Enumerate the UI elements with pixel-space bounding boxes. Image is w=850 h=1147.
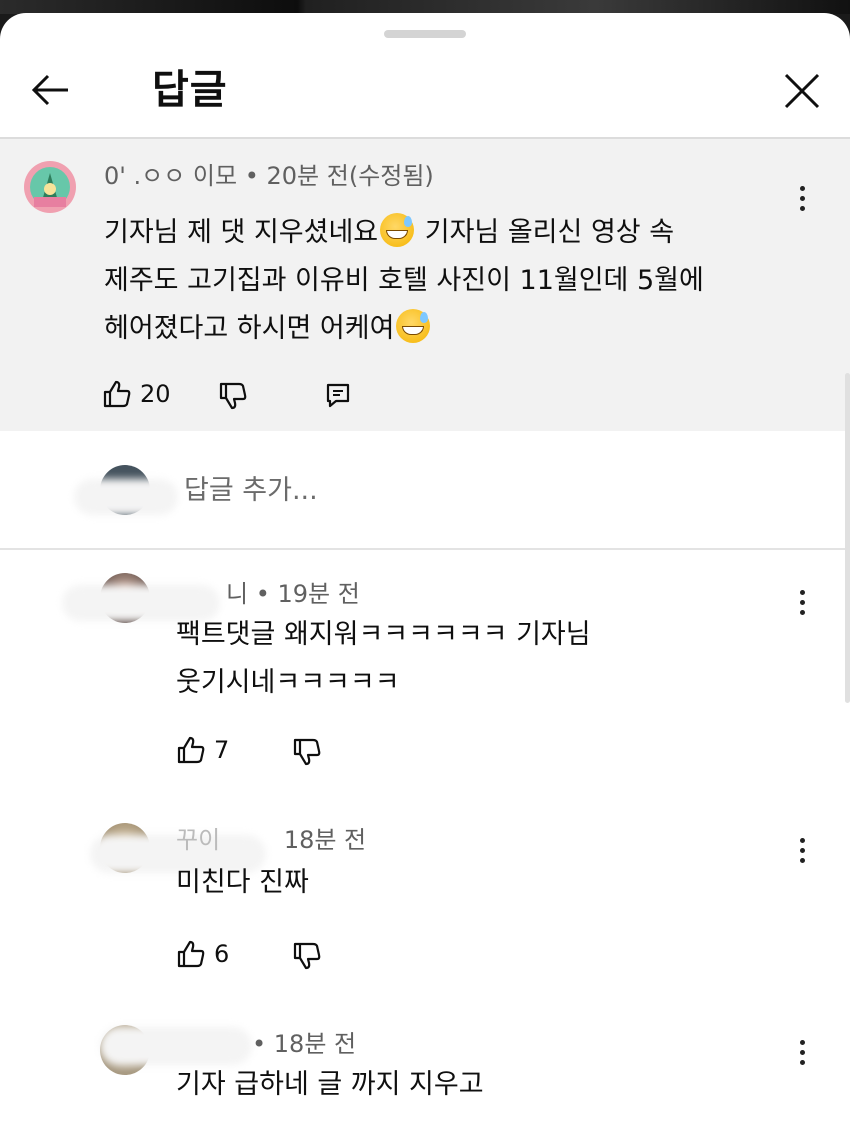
comment-time: • 20분 전(수정됨) [244, 162, 434, 190]
like-count: 6 [214, 940, 230, 968]
thumb-up-icon [103, 380, 131, 408]
reply-text-line: 웃기시네ㅋㅋㅋㅋㅋ [176, 667, 400, 698]
reply-author[interactable]: 니 [226, 580, 248, 608]
reply-icon [326, 383, 350, 408]
like-button[interactable]: 20 [102, 379, 171, 409]
background-video-strip [0, 0, 850, 14]
comment-text-line: 기자님 올리신 영상 속 [416, 217, 675, 248]
reply-text: 팩트댓글 왜지워ㅋㅋㅋㅋㅋㅋ 기자님 웃기시네ㅋㅋㅋㅋㅋ [176, 611, 776, 707]
comment-text-line: 헤어졌다고 하시면 어케여 [104, 313, 395, 344]
comment-author[interactable]: 0' .ㅇㅇ 이모 [104, 162, 237, 190]
parent-comment: 0' .ㅇㅇ 이모 • 20분 전(수정됨) 기자님 제 댓 지우셨네요 기자님… [0, 139, 850, 431]
dislike-button[interactable] [292, 737, 322, 767]
thumb-up-icon [177, 940, 205, 968]
back-arrow-icon[interactable] [28, 67, 74, 113]
like-button[interactable]: 6 [176, 939, 229, 969]
dislike-button[interactable] [218, 381, 248, 411]
redaction-blur [104, 1031, 248, 1061]
redaction-blur [78, 483, 174, 511]
like-button[interactable]: 7 [176, 735, 229, 765]
section-divider [0, 548, 850, 550]
reply-time: • 18분 전 [252, 1030, 357, 1058]
more-vert-icon[interactable] [795, 1037, 809, 1071]
reply-text: 기자 급하네 글 까지 지우고 [176, 1061, 776, 1109]
comment-text-line: 제주도 고기집과 이유비 호텔 사진이 11월인데 5월에 [104, 265, 704, 296]
reply-button[interactable] [324, 381, 352, 409]
scrollbar[interactable] [845, 373, 850, 703]
emoji-sweat-smile-icon [396, 309, 431, 343]
reply-text: 미친다 진짜 [176, 859, 776, 907]
reply-text-line: 기자 급하네 글 까지 지우고 [176, 1069, 484, 1100]
more-vert-icon[interactable] [795, 835, 809, 869]
add-reply-input[interactable]: 답글 추가... [184, 473, 318, 509]
reply-time: 18분 전 [283, 826, 367, 854]
thumb-down-icon [293, 738, 321, 766]
thumb-down-icon [219, 382, 247, 410]
comment-text-line: 기자님 제 댓 지우셨네요 [104, 217, 379, 248]
emoji-sweat-smile-icon [380, 213, 415, 247]
reply-author[interactable]: 꾸이 [176, 826, 220, 854]
replies-sheet: 답글 0' .ㅇㅇ 이모 • 20분 전(수정됨) 기자님 제 댓 지우셨네요 … [0, 13, 850, 1147]
like-count: 20 [140, 380, 171, 408]
reply-text-line: 미친다 진짜 [176, 867, 309, 898]
thumb-down-icon [293, 942, 321, 970]
page-title: 답글 [152, 67, 228, 113]
like-count: 7 [214, 736, 230, 764]
avatar[interactable] [24, 161, 76, 213]
dislike-button[interactable] [292, 941, 322, 971]
drag-handle[interactable] [384, 30, 466, 38]
more-vert-icon[interactable] [795, 587, 809, 621]
thumb-up-icon [177, 736, 205, 764]
close-icon[interactable] [778, 67, 826, 115]
reply-text-line: 팩트댓글 왜지워ㅋㅋㅋㅋㅋㅋ 기자님 [176, 619, 591, 650]
reply-time: • 19분 전 [255, 580, 360, 608]
comment-text: 기자님 제 댓 지우셨네요 기자님 올리신 영상 속 제주도 고기집과 이유비 … [104, 209, 804, 353]
